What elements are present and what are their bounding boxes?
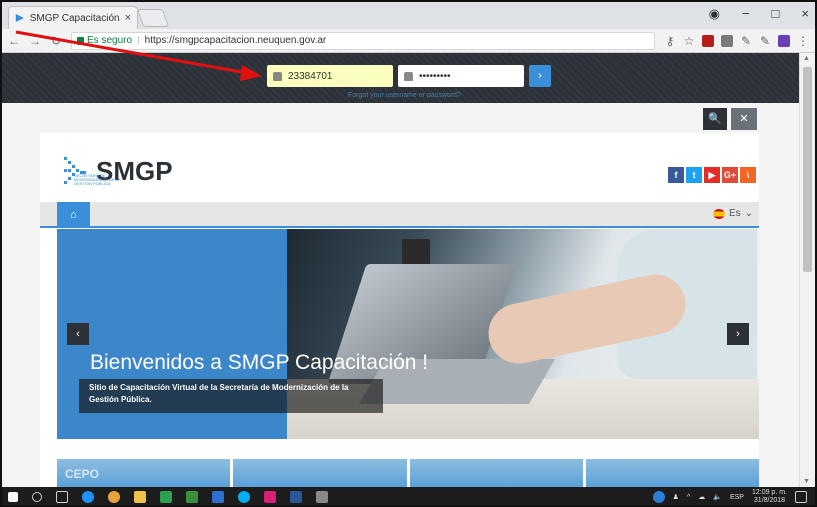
- windows-taskbar: ♟ ^ ☁ 🔈 ESP 12:09 p. m. 31/8/2018: [2, 487, 815, 505]
- app-icon[interactable]: [264, 491, 276, 503]
- extension-purple-icon[interactable]: [778, 34, 790, 47]
- password-field[interactable]: •••••••••: [398, 65, 524, 87]
- lock-icon: [404, 71, 413, 81]
- edge-icon[interactable]: [82, 491, 94, 503]
- google-plus-icon[interactable]: G+: [722, 167, 738, 183]
- chrome-icon[interactable]: [108, 491, 120, 503]
- screenshot-frame: SMGP Capacitación × ◉ − □ × ← → ↻ Es seg…: [0, 0, 817, 507]
- tile-label: CEPO: [65, 467, 100, 481]
- slider-next-button[interactable]: ›: [727, 323, 749, 345]
- search-icon[interactable]: [32, 492, 42, 502]
- main-content: SMGP SECRETARIA DE MODERNIZACION DE LA G…: [40, 133, 759, 487]
- address-bar[interactable]: Es seguro | https://smgpcapacitacion.neu…: [71, 31, 655, 50]
- app-icon[interactable]: [316, 491, 328, 503]
- language-selector[interactable]: Es ⌄: [712, 208, 753, 219]
- close-search-button[interactable]: ✕: [731, 108, 757, 130]
- scroll-up-icon[interactable]: ▲: [803, 55, 810, 62]
- minimize-button[interactable]: −: [742, 6, 750, 22]
- network-icon[interactable]: ☁: [698, 493, 705, 501]
- pdf-extension-icon[interactable]: [702, 34, 714, 47]
- password-value: •••••••••: [419, 70, 451, 82]
- secure-indicator[interactable]: Es seguro: [77, 35, 132, 46]
- lock-icon: [77, 36, 84, 45]
- main-menu: ⌂ Es ⌄: [40, 202, 759, 228]
- task-view-icon[interactable]: [56, 491, 68, 503]
- clock-time: 12:09 p. m.: [751, 489, 787, 496]
- back-icon[interactable]: ←: [8, 34, 20, 48]
- extension-icon[interactable]: [721, 34, 733, 47]
- slide-title: Bienvenidos a SMGP Capacitación !: [90, 351, 429, 374]
- menu-kebab-icon[interactable]: ⋮: [797, 34, 809, 48]
- scrollbar-thumb[interactable]: [803, 67, 812, 272]
- search-button[interactable]: 🔍: [703, 108, 727, 130]
- star-icon[interactable]: ☆: [683, 34, 695, 48]
- username-field[interactable]: 23384701: [267, 65, 393, 87]
- tab-close-icon[interactable]: ×: [125, 12, 131, 24]
- slider-prev-button[interactable]: ‹: [67, 323, 89, 345]
- app-icon[interactable]: [212, 491, 224, 503]
- feature-tile[interactable]: CEPO: [57, 459, 231, 487]
- youtube-icon[interactable]: ▶: [704, 167, 720, 183]
- volume-icon[interactable]: 🔈: [713, 493, 722, 501]
- reload-icon[interactable]: ↻: [50, 34, 62, 48]
- home-button[interactable]: ⌂: [57, 202, 90, 228]
- pen-extension-icon[interactable]: ✎: [740, 34, 752, 48]
- skype-icon[interactable]: [238, 491, 250, 503]
- browser-toolbar: ← → ↻ Es seguro | https://smgpcapacitaci…: [2, 29, 815, 53]
- app-icon[interactable]: [160, 491, 172, 503]
- profile-icon[interactable]: ◉: [709, 6, 720, 22]
- close-window-button[interactable]: ×: [801, 6, 809, 22]
- twitter-icon[interactable]: t: [686, 167, 702, 183]
- page-scrollbar[interactable]: ▲ ▼: [799, 53, 815, 487]
- slide-caption: Sitio de Capacitación Virtual de la Secr…: [89, 383, 349, 404]
- forward-icon[interactable]: →: [29, 34, 41, 48]
- system-tray: ♟ ^ ☁ 🔈 ESP 12:09 p. m. 31/8/2018: [652, 487, 807, 505]
- forgot-credentials-link[interactable]: Forgot your username or password?: [348, 92, 461, 99]
- app-icon[interactable]: [186, 491, 198, 503]
- chevron-down-icon: ⌄: [744, 208, 753, 219]
- feature-tile[interactable]: [585, 459, 759, 487]
- tray-app-icon[interactable]: [652, 491, 665, 503]
- secure-label: Es seguro: [87, 35, 133, 46]
- slide-caption-box: Sitio de Capacitación Virtual de la Secr…: [79, 379, 383, 413]
- window-controls: ◉ − □ ×: [709, 6, 809, 22]
- feature-tile[interactable]: [233, 459, 407, 487]
- browser-titlebar: SMGP Capacitación × ◉ − □ ×: [2, 2, 815, 29]
- url-text: https://smgpcapacitacion.neuquen.gov.ar: [144, 35, 327, 46]
- notifications-icon[interactable]: [795, 491, 807, 503]
- word-icon[interactable]: [290, 491, 302, 503]
- hero-slider: Bienvenidos a SMGP Capacitación ! Sitio …: [57, 229, 759, 439]
- windows-start-icon[interactable]: [8, 492, 18, 502]
- username-value: 23384701: [288, 70, 333, 82]
- tab-title: SMGP Capacitación: [29, 12, 120, 24]
- page-viewport: 23384701 ••••••••• › Forgot your usernam…: [2, 53, 799, 487]
- logo-subtitle: SECRETARIA DE MODERNIZACION DE LA GESTIO…: [74, 173, 121, 186]
- spain-flag-icon: [712, 208, 725, 219]
- language-label: Es: [728, 208, 741, 219]
- feature-tiles: CEPO: [57, 459, 759, 487]
- extension-icons: ⚷ ☆ ✎ ✎ ⋮: [664, 34, 809, 48]
- omnibox-separator: |: [137, 35, 140, 46]
- user-icon: [273, 71, 282, 81]
- rss-icon[interactable]: \: [740, 167, 756, 183]
- new-tab-button[interactable]: [136, 9, 170, 27]
- login-submit-button[interactable]: ›: [529, 65, 551, 87]
- clock[interactable]: 12:09 p. m. 31/8/2018: [752, 489, 787, 505]
- scroll-down-icon[interactable]: ▼: [803, 478, 810, 485]
- browser-tab[interactable]: SMGP Capacitación ×: [8, 6, 138, 29]
- maximize-button[interactable]: □: [772, 6, 780, 22]
- people-icon[interactable]: ♟: [673, 493, 679, 501]
- pen-extension-icon-2[interactable]: ✎: [759, 34, 771, 48]
- facebook-icon[interactable]: f: [668, 167, 684, 183]
- chevron-up-icon[interactable]: ^: [687, 494, 690, 501]
- clock-date: 31/8/2018: [753, 497, 786, 504]
- feature-tile[interactable]: [409, 459, 583, 487]
- social-links: f t ▶ G+ \: [668, 167, 756, 183]
- smgp-favicon-icon: [15, 13, 24, 23]
- key-icon[interactable]: ⚷: [664, 34, 676, 48]
- login-bar: 23384701 ••••••••• › Forgot your usernam…: [2, 53, 799, 103]
- file-explorer-icon[interactable]: [134, 491, 146, 503]
- language-indicator[interactable]: ESP: [730, 494, 744, 501]
